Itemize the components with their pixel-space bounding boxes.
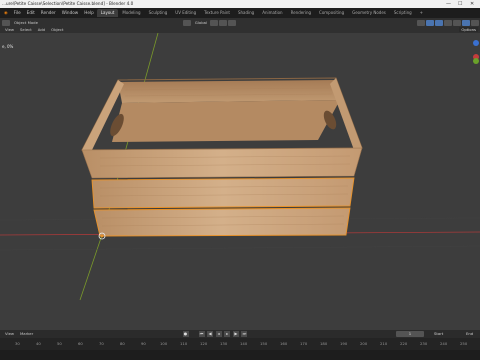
gizmo-y-icon: [473, 58, 479, 64]
pivot-icon[interactable]: [210, 19, 218, 26]
tab-shading[interactable]: Shading: [234, 9, 258, 17]
timeline-header: View Marker ● ⏮ ◀ ◂ ▸ ▶ ⏭ 1 Start End: [0, 330, 480, 338]
record-icon[interactable]: ●: [182, 331, 189, 337]
crate-plank-top: [81, 147, 363, 179]
tick: 120: [200, 341, 208, 346]
snap-icon[interactable]: [219, 19, 227, 26]
tick: 90: [141, 341, 146, 346]
tab-sculpting[interactable]: Sculpting: [145, 9, 172, 17]
tick: 100: [160, 341, 168, 346]
tick: 130: [220, 341, 228, 346]
gizmo-toggle-icon[interactable]: [426, 19, 434, 26]
xray-icon[interactable]: [444, 19, 452, 26]
editor-type-icon[interactable]: [2, 19, 10, 26]
menu-edit[interactable]: Edit: [24, 8, 38, 18]
tick: 170: [300, 341, 308, 346]
next-key-icon[interactable]: ▶: [232, 331, 239, 337]
orientation-icon[interactable]: [182, 19, 191, 26]
tick: 40: [36, 341, 41, 346]
maximize-button[interactable]: ☐: [458, 0, 462, 8]
tab-layout[interactable]: Layout: [96, 9, 119, 17]
tick: 160: [280, 341, 288, 346]
menu-render[interactable]: Render: [38, 8, 59, 18]
proportional-edit-icon[interactable]: [228, 19, 236, 26]
mode-dropdown[interactable]: Object Mode: [11, 20, 41, 26]
menu-file[interactable]: File: [11, 8, 24, 18]
start-label: Start: [434, 331, 444, 336]
crate-plank-bottom: [93, 207, 351, 237]
tab-compositing[interactable]: Compositing: [315, 9, 348, 17]
crate-plank-middle: [91, 177, 355, 209]
blender-logo-icon[interactable]: ◉: [1, 8, 11, 18]
shading-rendered-icon[interactable]: [471, 19, 479, 26]
add-workspace-button[interactable]: +: [416, 9, 427, 17]
visibility-icon[interactable]: [417, 19, 425, 26]
tab-scripting[interactable]: Scripting: [390, 9, 416, 17]
tab-rendering[interactable]: Rendering: [287, 9, 315, 17]
prev-key-icon[interactable]: ◀: [207, 331, 214, 337]
tab-uv-editing[interactable]: UV Editing: [171, 9, 200, 17]
tab-geometry-nodes[interactable]: Geometry Nodes: [348, 9, 390, 17]
timeline-marker-menu[interactable]: Marker: [17, 331, 36, 337]
shading-solid-icon[interactable]: [453, 19, 461, 26]
tick: 220: [400, 341, 408, 346]
shading-material-icon[interactable]: [462, 19, 470, 26]
close-button[interactable]: ✕: [470, 0, 474, 8]
window-titlebar: ...ure\Petite Caisse\Selection\Petite Ca…: [0, 0, 480, 8]
orientation-dropdown[interactable]: Global: [192, 20, 210, 26]
options-button[interactable]: Options: [459, 27, 478, 32]
3d-viewport[interactable]: e, 0%: [0, 33, 480, 330]
tick: 190: [340, 341, 348, 346]
overlay-toggle-icon[interactable]: [435, 19, 443, 26]
tab-texture-paint[interactable]: Texture Paint: [200, 9, 234, 17]
viewport-header: Object Mode Global: [0, 18, 480, 27]
jump-start-icon[interactable]: ⏮: [198, 331, 205, 337]
top-bar: ◉ File Edit Render Window Help Layout Mo…: [0, 8, 480, 18]
tick: 200: [360, 341, 368, 346]
end-label: End: [466, 331, 474, 336]
viewport-zoom-hint: e, 0%: [2, 44, 14, 49]
current-frame-field[interactable]: 1: [396, 331, 424, 337]
menu-help[interactable]: Help: [81, 8, 97, 18]
tick: 70: [99, 341, 104, 346]
tick: 250: [460, 341, 468, 346]
viewport-scene: [0, 33, 480, 301]
tick: 30: [15, 341, 20, 346]
tick: 60: [78, 341, 83, 346]
tick: 50: [57, 341, 62, 346]
jump-end-icon[interactable]: ⏭: [241, 331, 248, 337]
tick: 180: [320, 341, 328, 346]
gizmo-z-icon: [473, 40, 479, 46]
window-title: ...ure\Petite Caisse\Selection\Petite Ca…: [2, 1, 134, 6]
tick: 230: [420, 341, 428, 346]
tab-animation[interactable]: Animation: [258, 9, 286, 17]
tab-modeling[interactable]: Modeling: [118, 9, 144, 17]
tick: 80: [120, 341, 125, 346]
play-reverse-icon[interactable]: ◂: [215, 331, 222, 337]
tick: 210: [380, 341, 388, 346]
tick: 110: [180, 341, 188, 346]
play-icon[interactable]: ▸: [224, 331, 231, 337]
timeline-view-menu[interactable]: View: [2, 331, 17, 337]
crate-inner-back: [118, 80, 340, 103]
timeline-ruler[interactable]: 30 40 50 60 70 80 90 100 110 120 130 140…: [0, 338, 480, 350]
tick: 150: [260, 341, 268, 346]
status-bar: [0, 350, 480, 360]
minimize-button[interactable]: —: [446, 0, 451, 8]
tick: 140: [240, 341, 248, 346]
tick: 240: [440, 341, 448, 346]
menu-window[interactable]: Window: [59, 8, 82, 18]
